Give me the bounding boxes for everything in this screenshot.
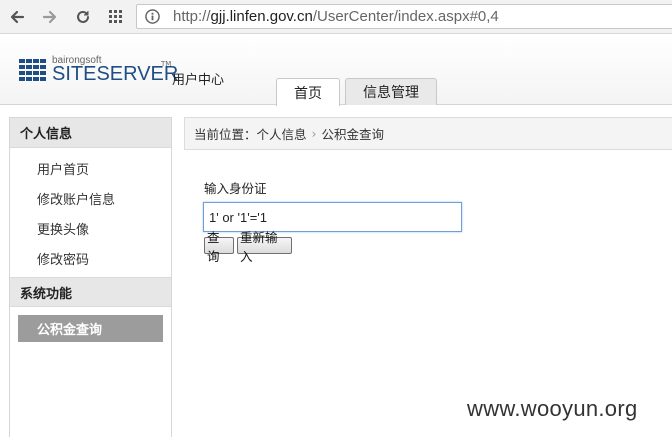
chevron-right-icon: › (311, 126, 317, 141)
logo-tm: TM (161, 60, 172, 68)
sidebar-item-change-password[interactable]: 修改密码 (10, 243, 171, 273)
logo-grid-icon (19, 59, 46, 81)
query-button[interactable]: 查询 (204, 230, 234, 264)
siteserver-logo: bairongsoft SITESERVER TM 用户中心 (18, 55, 258, 91)
sidebar-system-list: 公积金查询 (10, 307, 171, 350)
browser-toolbar: http://gjj.linfen.gov.cn/UserCenter/inde… (0, 0, 672, 34)
breadcrumb-parent: 个人信息 (256, 127, 307, 142)
id-card-label: 输入身份证 (204, 181, 267, 196)
breadcrumb: 当前位置： 个人信息 › 公积金查询 (184, 117, 672, 150)
sidebar-item-fund-query[interactable]: 公积金查询 (18, 315, 163, 342)
apps-grid-icon (109, 10, 122, 23)
tab-home[interactable]: 首页 (276, 78, 340, 106)
reset-button[interactable]: 重新输入 (237, 230, 292, 264)
sidebar-item-edit-account[interactable]: 修改账户信息 (10, 183, 171, 213)
logo-brand: SITESERVER (52, 63, 179, 85)
sidebar-section-personal: 个人信息 (10, 118, 171, 148)
page-info-icon[interactable] (145, 9, 160, 24)
url-text: http://gjj.linfen.gov.cn/UserCenter/inde… (173, 8, 499, 25)
site-header: bairongsoft SITESERVER TM 用户中心 首页 信息管理 (0, 34, 672, 106)
sidebar-section-system: 系统功能 (10, 277, 171, 307)
forward-button[interactable] (39, 6, 61, 28)
apps-button[interactable] (105, 6, 127, 28)
reload-icon (77, 10, 89, 23)
logo-subtitle: 用户中心 (172, 73, 225, 88)
forward-arrow-icon (42, 10, 57, 24)
breadcrumb-prefix: 当前位置： (194, 127, 257, 142)
sidebar-item-change-avatar[interactable]: 更换头像 (10, 213, 171, 243)
breadcrumb-current: 公积金查询 (321, 127, 385, 142)
reload-button[interactable] (72, 6, 94, 28)
sidebar: 个人信息 用户首页 修改账户信息 更换头像 修改密码 系统功能 公积金查询 (9, 117, 172, 437)
tab-info-management[interactable]: 信息管理 (345, 78, 437, 105)
sidebar-item-user-home[interactable]: 用户首页 (10, 153, 171, 183)
sidebar-personal-list: 用户首页 修改账户信息 更换头像 修改密码 (10, 148, 171, 277)
watermark: www.wooyun.org (467, 396, 638, 421)
address-bar[interactable]: http://gjj.linfen.gov.cn/UserCenter/inde… (136, 4, 672, 29)
back-button[interactable] (6, 6, 28, 28)
back-arrow-icon (10, 10, 25, 24)
